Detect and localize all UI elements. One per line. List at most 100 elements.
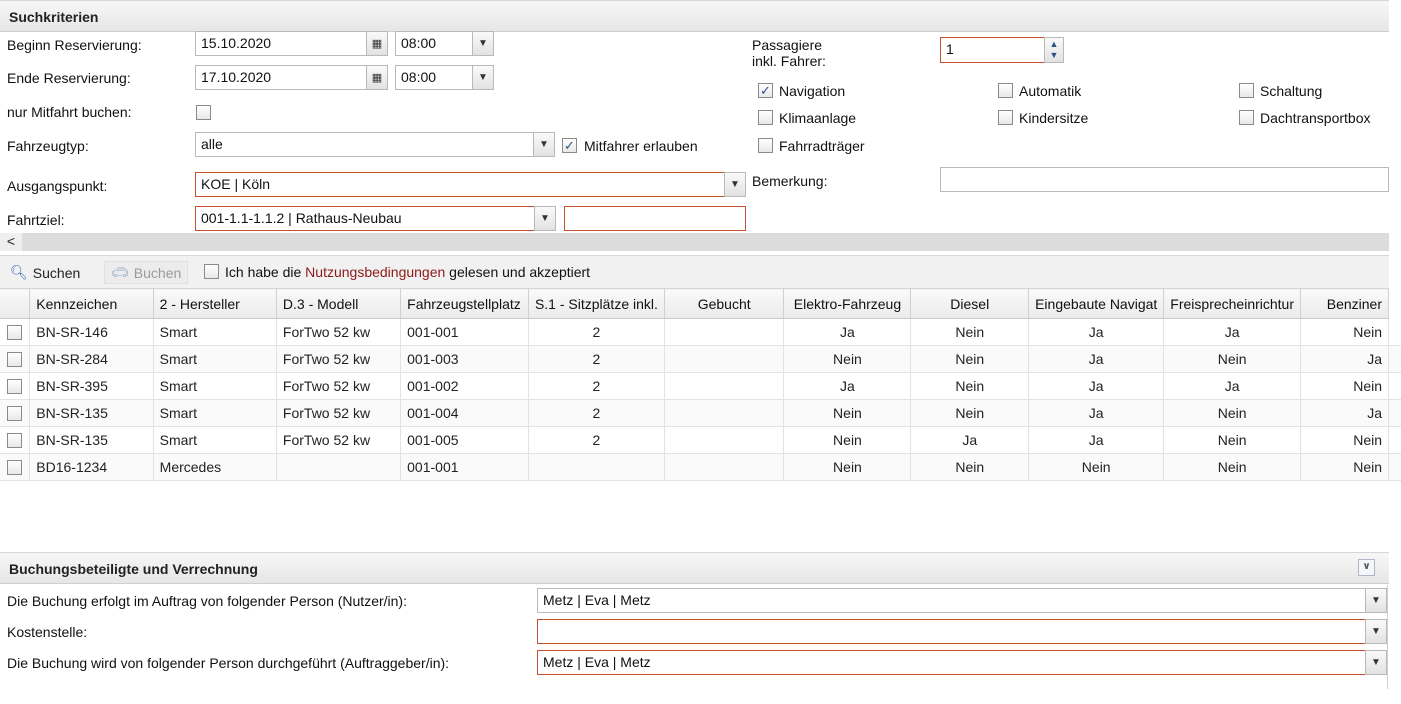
option-fahrradtraeger-label: Fahrradträger bbox=[779, 138, 865, 154]
table-cell bbox=[664, 318, 785, 346]
option-automatik-checkbox[interactable] bbox=[998, 83, 1013, 98]
passengers-spinner[interactable]: ▲ ▼ bbox=[1044, 37, 1064, 63]
column-header[interactable]: Benziner bbox=[1300, 288, 1389, 319]
table-cell-filler bbox=[1388, 318, 1401, 346]
ride-only-checkbox[interactable] bbox=[196, 105, 211, 120]
option-schaltung-label: Schaltung bbox=[1260, 83, 1323, 99]
table-cell bbox=[664, 345, 785, 373]
destination-extra-input[interactable] bbox=[564, 206, 746, 231]
table-cell bbox=[276, 453, 402, 481]
column-header[interactable]: S.1 - Sitzplätze inkl. bbox=[528, 288, 665, 319]
passengers-label-line2: inkl. Fahrer: bbox=[752, 53, 826, 69]
table-cell: Ja bbox=[783, 318, 912, 346]
begin-time-dropdown[interactable]: ▼ bbox=[472, 31, 494, 56]
horizontal-scrollbar[interactable]: < bbox=[0, 233, 1389, 251]
end-date-picker[interactable]: ▦ bbox=[366, 65, 388, 90]
table-cell: Ja bbox=[1028, 426, 1165, 454]
begin-date-input[interactable]: 15.10.2020 bbox=[195, 31, 367, 56]
table-cell: BN-SR-284 bbox=[29, 345, 154, 373]
vehicle-type-dropdown[interactable]: ▼ bbox=[533, 132, 555, 157]
allow-passengers-checkbox[interactable] bbox=[562, 138, 577, 153]
column-header[interactable]: Kennzeichen bbox=[29, 288, 154, 319]
terms-link[interactable]: Nutzungsbedingungen bbox=[305, 264, 445, 280]
option-navigation-checkbox[interactable] bbox=[758, 83, 773, 98]
cost-center-dropdown[interactable]: ▼ bbox=[1365, 619, 1387, 644]
column-header[interactable]: Elektro-Fahrzeug bbox=[783, 288, 912, 319]
table-row[interactable]: BN-SR-135 Smart ForTwo 52 kw 001-005 2 Nein Ja… bbox=[0, 426, 1401, 454]
begin-time-input[interactable]: 08:00 bbox=[395, 31, 473, 56]
table-cell: Nein bbox=[1300, 372, 1389, 400]
chevron-down-icon: ▼ bbox=[730, 179, 740, 190]
terms-checkbox[interactable] bbox=[204, 264, 219, 279]
spin-down-icon[interactable]: ▼ bbox=[1050, 50, 1059, 61]
table-cell: Nein bbox=[783, 345, 912, 373]
table-cell: Ja bbox=[1028, 372, 1165, 400]
table-cell: 2 bbox=[528, 345, 665, 373]
table-row[interactable]: BN-SR-135 Smart ForTwo 52 kw 001-004 2 Nein Ne… bbox=[0, 399, 1401, 427]
row-checkbox[interactable] bbox=[7, 379, 22, 395]
search-button[interactable]: 🔍︎ Suchen bbox=[4, 261, 86, 284]
destination-select[interactable]: 001-1.1-1.1.2 | Rathaus-Neubau bbox=[195, 206, 535, 231]
passengers-input[interactable]: 1 bbox=[940, 37, 1045, 63]
end-time-input[interactable]: 08:00 bbox=[395, 65, 473, 90]
option-schaltung-checkbox[interactable] bbox=[1239, 83, 1254, 98]
start-dropdown[interactable]: ▼ bbox=[724, 172, 746, 197]
column-header[interactable]: Diesel bbox=[910, 288, 1030, 319]
option-dachtransportbox-label: Dachtransportbox bbox=[1260, 110, 1371, 126]
table-row[interactable]: BD16-1234 Mercedes 001-001 Nein Nein Nein Nein… bbox=[0, 453, 1401, 481]
table-cell: Nein bbox=[1028, 453, 1165, 481]
table-cell: Ja bbox=[1028, 318, 1165, 346]
table-cell: 001-001 bbox=[400, 318, 529, 346]
table-cell: Ja bbox=[910, 426, 1030, 454]
table-cell-filler bbox=[1388, 372, 1401, 400]
table-row[interactable]: BN-SR-395 Smart ForTwo 52 kw 001-002 2 Ja Nein… bbox=[0, 372, 1401, 400]
row-select-cell bbox=[0, 453, 31, 481]
performed-by-dropdown[interactable]: ▼ bbox=[1365, 650, 1387, 675]
table-cell: Smart bbox=[153, 372, 277, 400]
table-cell: Nein bbox=[1163, 453, 1302, 481]
row-checkbox[interactable] bbox=[7, 325, 22, 341]
panel-border bbox=[1387, 585, 1388, 689]
column-header[interactable]: Eingebaute Navigat bbox=[1028, 288, 1165, 319]
table-cell: Nein bbox=[910, 453, 1030, 481]
column-header[interactable]: Freisprecheinrichtur bbox=[1163, 288, 1302, 319]
column-header[interactable]: D.3 - Modell bbox=[276, 288, 402, 319]
cost-center-select[interactable] bbox=[537, 619, 1366, 644]
option-kindersitze-label: Kindersitze bbox=[1019, 110, 1089, 126]
table-cell: Nein bbox=[1300, 318, 1389, 346]
collapse-icon[interactable]: ∨ bbox=[1358, 559, 1375, 576]
row-checkbox[interactable] bbox=[7, 460, 22, 476]
row-checkbox[interactable] bbox=[7, 406, 22, 422]
option-klimaanlage-checkbox[interactable] bbox=[758, 110, 773, 125]
on-behalf-select[interactable]: Metz | Eva | Metz bbox=[537, 588, 1366, 613]
scroll-left-icon[interactable]: < bbox=[0, 233, 22, 251]
passengers-label-line1: Passagiere bbox=[752, 37, 823, 53]
begin-date-picker[interactable]: ▦ bbox=[366, 31, 388, 56]
destination-dropdown[interactable]: ▼ bbox=[534, 206, 556, 231]
book-button[interactable]: 🚗︎ Buchen bbox=[104, 261, 189, 284]
spin-up-icon[interactable]: ▲ bbox=[1050, 39, 1059, 50]
option-fahrradtraeger-checkbox[interactable] bbox=[758, 138, 773, 153]
vehicle-type-select[interactable]: alle bbox=[195, 132, 534, 157]
end-time-dropdown[interactable]: ▼ bbox=[472, 65, 494, 90]
table-row[interactable]: BN-SR-146 Smart ForTwo 52 kw 001-001 2 Ja Nein… bbox=[0, 318, 1401, 346]
column-header[interactable]: 2 - Hersteller bbox=[153, 288, 277, 319]
table-row[interactable]: BN-SR-284 Smart ForTwo 52 kw 001-003 2 Nein Ne… bbox=[0, 345, 1401, 373]
performed-by-select[interactable]: Metz | Eva | Metz bbox=[537, 650, 1366, 675]
row-checkbox[interactable] bbox=[7, 433, 22, 449]
option-kindersitze-checkbox[interactable] bbox=[998, 110, 1013, 125]
table-cell: Nein bbox=[1163, 399, 1302, 427]
chevron-down-icon: ▼ bbox=[1371, 595, 1381, 606]
start-select[interactable]: KOE | Köln bbox=[195, 172, 725, 197]
column-header[interactable]: Fahrzeugstellplatz bbox=[400, 288, 529, 319]
end-date-input[interactable]: 17.10.2020 bbox=[195, 65, 367, 90]
remark-input[interactable] bbox=[940, 167, 1389, 192]
table-cell: Smart bbox=[153, 426, 277, 454]
option-dachtransportbox-checkbox[interactable] bbox=[1239, 110, 1254, 125]
search-panel-title: Suchkriterien bbox=[9, 9, 99, 25]
on-behalf-dropdown[interactable]: ▼ bbox=[1365, 588, 1387, 613]
column-header[interactable]: Gebucht bbox=[664, 288, 785, 319]
terms-suffix: gelesen und akzeptiert bbox=[445, 264, 591, 280]
table-cell: BN-SR-146 bbox=[29, 318, 154, 346]
row-checkbox[interactable] bbox=[7, 352, 22, 368]
